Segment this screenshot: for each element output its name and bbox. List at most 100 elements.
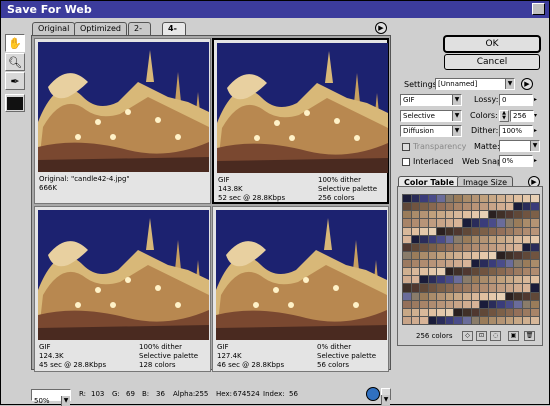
color-swatch[interactable] bbox=[480, 276, 488, 284]
color-swatch[interactable] bbox=[522, 235, 531, 243]
color-swatch[interactable] bbox=[437, 292, 445, 300]
dither-algorithm-dropdown[interactable]: Diffusion ▼ bbox=[400, 125, 462, 137]
color-swatch[interactable] bbox=[488, 308, 497, 316]
color-swatch[interactable] bbox=[514, 243, 522, 251]
color-swatch[interactable] bbox=[420, 203, 428, 211]
color-swatch[interactable] bbox=[403, 235, 411, 243]
color-swatch[interactable] bbox=[454, 276, 462, 284]
color-swatch[interactable] bbox=[437, 203, 445, 211]
color-swatch[interactable] bbox=[522, 203, 531, 211]
trash-icon[interactable]: 🗑︎ bbox=[524, 331, 535, 341]
color-swatch[interactable] bbox=[531, 251, 539, 259]
zoom-tool-icon[interactable]: 🔍︎ bbox=[5, 53, 25, 71]
color-swatch[interactable] bbox=[445, 227, 454, 235]
color-swatch[interactable] bbox=[428, 203, 437, 211]
color-swatch[interactable] bbox=[411, 308, 420, 316]
settings-preset-dropdown[interactable]: [Unnamed] ▼ bbox=[435, 78, 515, 90]
tab-optimized[interactable]: Optimized bbox=[74, 22, 127, 35]
color-swatch[interactable] bbox=[411, 284, 420, 292]
color-swatch[interactable] bbox=[480, 251, 488, 259]
color-swatch[interactable] bbox=[488, 251, 497, 259]
color-swatch[interactable] bbox=[420, 276, 428, 284]
color-swatch[interactable] bbox=[420, 219, 428, 227]
color-swatch[interactable] bbox=[531, 195, 539, 203]
color-swatch[interactable] bbox=[497, 227, 505, 235]
color-swatch[interactable] bbox=[462, 268, 471, 276]
color-swatch[interactable] bbox=[462, 251, 471, 259]
color-swatch[interactable] bbox=[505, 211, 514, 219]
color-swatch[interactable] bbox=[411, 211, 420, 219]
color-swatch[interactable] bbox=[505, 276, 514, 284]
color-swatch[interactable] bbox=[420, 300, 428, 308]
format-dropdown[interactable]: GIF ▼ bbox=[400, 94, 462, 106]
color-swatch[interactable] bbox=[514, 316, 522, 324]
color-swatch[interactable] bbox=[505, 251, 514, 259]
color-swatch[interactable] bbox=[497, 268, 505, 276]
color-table-swatch-grid[interactable] bbox=[402, 194, 540, 325]
color-swatch[interactable] bbox=[445, 195, 454, 203]
color-swatch[interactable] bbox=[403, 227, 411, 235]
color-swatch[interactable] bbox=[480, 260, 488, 268]
color-swatch[interactable] bbox=[454, 284, 462, 292]
color-swatch[interactable] bbox=[403, 260, 411, 268]
color-swatch[interactable] bbox=[480, 203, 488, 211]
color-swatch[interactable] bbox=[437, 300, 445, 308]
color-swatch[interactable] bbox=[514, 211, 522, 219]
color-swatch[interactable] bbox=[403, 195, 411, 203]
color-swatch[interactable] bbox=[531, 235, 539, 243]
color-swatch[interactable] bbox=[531, 203, 539, 211]
color-swatch[interactable] bbox=[411, 219, 420, 227]
color-swatch[interactable] bbox=[505, 292, 514, 300]
color-swatch[interactable] bbox=[480, 316, 488, 324]
color-swatch[interactable] bbox=[531, 292, 539, 300]
browser-dropdown[interactable]: ▼ bbox=[381, 388, 391, 405]
colors-stepper-icon[interactable]: ▲ ▼ bbox=[499, 110, 509, 122]
color-swatch[interactable] bbox=[505, 219, 514, 227]
color-swatch[interactable] bbox=[411, 195, 420, 203]
color-swatch[interactable] bbox=[488, 276, 497, 284]
color-swatch[interactable] bbox=[480, 284, 488, 292]
color-swatch[interactable] bbox=[420, 268, 428, 276]
color-swatch[interactable] bbox=[514, 235, 522, 243]
color-swatch[interactable] bbox=[471, 316, 480, 324]
color-swatch[interactable] bbox=[497, 251, 505, 259]
color-swatch[interactable] bbox=[488, 268, 497, 276]
color-swatch[interactable] bbox=[445, 268, 454, 276]
color-swatch[interactable] bbox=[411, 243, 420, 251]
color-swatch[interactable] bbox=[462, 211, 471, 219]
color-swatch[interactable] bbox=[420, 260, 428, 268]
color-swatch[interactable] bbox=[505, 308, 514, 316]
color-swatch[interactable] bbox=[445, 292, 454, 300]
dither-stepper-icon[interactable]: ▸ bbox=[534, 125, 540, 137]
color-swatch[interactable] bbox=[471, 292, 480, 300]
preview-pane-optimized-3[interactable]: GIF 127.4K 46 sec @ 28.8Kbps 0% dither S… bbox=[212, 206, 389, 372]
color-swatch[interactable] bbox=[522, 211, 531, 219]
color-swatch[interactable] bbox=[505, 284, 514, 292]
color-swatch[interactable] bbox=[445, 284, 454, 292]
color-swatch[interactable] bbox=[471, 227, 480, 235]
color-swatch[interactable] bbox=[403, 211, 411, 219]
color-swatch[interactable] bbox=[462, 300, 471, 308]
color-swatch[interactable] bbox=[437, 260, 445, 268]
color-swatch[interactable] bbox=[505, 243, 514, 251]
tab-original[interactable]: Original bbox=[32, 22, 76, 35]
color-swatch[interactable] bbox=[480, 211, 488, 219]
color-swatch[interactable] bbox=[514, 308, 522, 316]
lossy-field[interactable]: 0 bbox=[499, 94, 533, 106]
zoom-dropdown[interactable]: 50% ▼ bbox=[31, 389, 71, 406]
color-swatch[interactable] bbox=[471, 219, 480, 227]
preview-pane-optimized-2[interactable]: GIF 124.3K 45 sec @ 28.8Kbps 100% dither… bbox=[34, 206, 211, 372]
color-swatch[interactable] bbox=[462, 260, 471, 268]
color-swatch[interactable] bbox=[471, 260, 480, 268]
color-swatch[interactable] bbox=[462, 284, 471, 292]
color-swatch[interactable] bbox=[488, 300, 497, 308]
color-swatch[interactable] bbox=[522, 316, 531, 324]
eyedropper-tool-icon[interactable]: ✒ bbox=[5, 72, 25, 90]
color-swatch[interactable] bbox=[522, 243, 531, 251]
color-swatch[interactable] bbox=[403, 276, 411, 284]
tab-4-up[interactable]: 4-Up bbox=[162, 22, 187, 45]
color-swatch[interactable] bbox=[531, 211, 539, 219]
websnap-stepper-icon[interactable]: ▸ bbox=[534, 155, 540, 167]
color-swatch[interactable] bbox=[531, 276, 539, 284]
color-swatch[interactable] bbox=[462, 227, 471, 235]
